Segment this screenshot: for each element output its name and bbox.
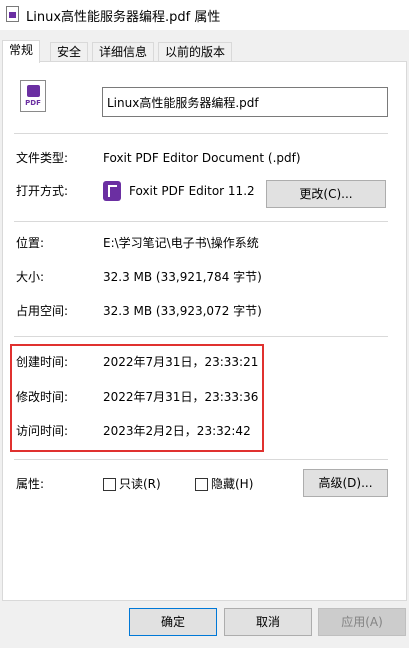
file-type-value: Foxit PDF Editor Document (.pdf) [103, 151, 301, 165]
title-bar[interactable]: Linux高性能服务器编程.pdf 属性 [0, 0, 409, 30]
modified-value: 2022年7月31日，23:33:36 [103, 390, 259, 404]
open-with-value: Foxit PDF Editor 11.2 [129, 184, 255, 198]
size-value: 32.3 MB (33,921,784 字节) [103, 270, 262, 284]
size-on-disk-value: 32.3 MB (33,923,072 字节) [103, 304, 262, 318]
readonly-checkbox-label[interactable]: 只读(R) [119, 476, 161, 492]
file-type-label: 文件类型: [16, 151, 69, 165]
modified-label: 修改时间: [16, 390, 69, 404]
tab-security[interactable]: 安全 [50, 42, 89, 62]
created-value: 2022年7月31日，23:33:21 [103, 355, 259, 369]
accessed-label: 访问时间: [16, 424, 69, 438]
foxit-logo-icon [27, 85, 40, 97]
readonly-checkbox[interactable] [103, 478, 116, 491]
divider [14, 221, 388, 222]
location-value: E:\学习笔记\电子书\操作系统 [103, 236, 259, 250]
general-panel [2, 61, 407, 601]
tab-general[interactable]: 常规 [2, 40, 41, 63]
cancel-button[interactable]: 取消 [224, 608, 312, 636]
tab-details[interactable]: 详细信息 [92, 42, 155, 62]
tab-previous-versions[interactable]: 以前的版本 [158, 42, 233, 62]
attributes-label: 属性: [16, 477, 45, 491]
size-label: 大小: [16, 270, 45, 284]
filename-input[interactable] [102, 87, 388, 117]
pdf-file-icon: PDF [20, 80, 46, 112]
foxit-app-icon [103, 181, 121, 201]
location-label: 位置: [16, 236, 45, 250]
size-on-disk-label: 占用空间: [16, 304, 69, 318]
open-with-label: 打开方式: [16, 184, 69, 198]
apply-button[interactable]: 应用(A) [318, 608, 406, 636]
window-title: Linux高性能服务器编程.pdf 属性 [26, 10, 221, 25]
hidden-checkbox[interactable] [195, 478, 208, 491]
hidden-checkbox-label[interactable]: 隐藏(H) [211, 476, 253, 492]
divider [14, 133, 388, 134]
divider [14, 459, 388, 460]
file-extension-badge: PDF [25, 99, 41, 107]
divider [14, 336, 388, 337]
change-button[interactable]: 更改(C)... [266, 180, 386, 208]
advanced-button[interactable]: 高级(D)... [303, 469, 388, 497]
pdf-file-icon [6, 6, 19, 22]
ok-button[interactable]: 确定 [129, 608, 217, 636]
accessed-value: 2023年2月2日，23:32:42 [103, 424, 251, 438]
created-label: 创建时间: [16, 355, 69, 369]
